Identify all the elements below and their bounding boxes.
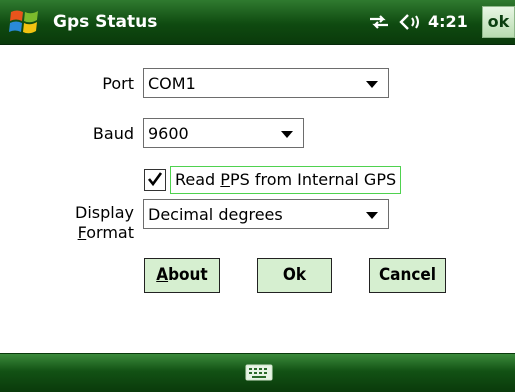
display-format-label-rest: ormat [86,223,134,242]
baud-dropdown[interactable]: 9600 [143,118,304,148]
port-value: COM1 [148,74,196,93]
chevron-down-icon [366,81,378,88]
display-format-mnemonic: F [77,223,87,242]
pps-checkbox[interactable] [144,169,166,191]
volume-icon[interactable] [398,13,424,31]
about-mnemonic: A [156,265,169,285]
baud-value: 9600 [148,124,189,143]
chevron-down-icon [281,131,293,138]
clock[interactable]: 4:21 [428,12,468,31]
title-ok-button[interactable]: ok [482,6,515,38]
display-format-label-line1: Display [75,203,134,222]
ok-button[interactable]: Ok [257,258,332,293]
windows-logo-icon[interactable] [8,6,42,38]
cancel-button[interactable]: Cancel [369,258,446,293]
about-button[interactable]: About [144,258,220,293]
chevron-down-icon [366,212,378,219]
port-dropdown[interactable]: COM1 [143,68,389,98]
checkmark-icon [147,172,163,187]
network-icon[interactable] [368,13,390,31]
keyboard-icon[interactable] [245,363,273,383]
display-format-value: Decimal degrees [148,205,283,224]
bottom-bar [0,353,515,392]
pps-checkbox-label[interactable]: Read PPS from Internal GPS [170,166,402,194]
pps-label-mnemonic: P [220,170,230,189]
display-format-dropdown[interactable]: Decimal degrees [143,199,389,229]
port-label: Port [102,74,134,93]
baud-label: Baud [92,124,134,143]
about-rest: bout [168,265,208,285]
pps-label-pre: Read [175,170,221,189]
display-format-label-line2: Format [60,223,134,242]
window-title: Gps Status [53,12,158,32]
title-bar: Gps Status 4:21 ok [0,0,515,45]
pps-label-post: PS from Internal GPS [229,170,397,189]
